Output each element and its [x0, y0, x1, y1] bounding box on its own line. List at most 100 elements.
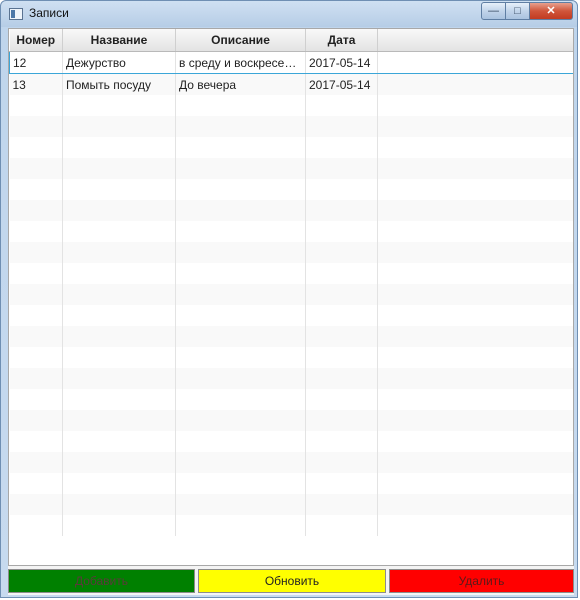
empty-table-row[interactable]: [9, 305, 573, 326]
add-button[interactable]: Добавить: [8, 569, 195, 593]
empty-table-row[interactable]: [9, 347, 573, 368]
empty-cell: [9, 179, 63, 200]
empty-cell: [9, 116, 63, 137]
empty-cell: [175, 158, 306, 179]
empty-table-row[interactable]: [9, 263, 573, 284]
empty-cell: [305, 284, 378, 305]
empty-cell: [175, 494, 306, 515]
empty-table-row[interactable]: [9, 410, 573, 431]
empty-cell: [305, 431, 378, 452]
empty-cell: [305, 137, 378, 158]
empty-cell: [175, 242, 306, 263]
empty-cell: [9, 158, 63, 179]
empty-cell: [377, 347, 573, 368]
empty-table-row[interactable]: [9, 452, 573, 473]
empty-cell: [62, 221, 176, 242]
cell-date: 2017-05-14: [305, 73, 378, 95]
empty-table-row[interactable]: [9, 95, 573, 116]
empty-cell: [9, 515, 63, 536]
empty-cell: [377, 389, 573, 410]
empty-cell: [9, 137, 63, 158]
app-window: Записи — □ ✕ Номер Название Описание Дат…: [0, 0, 578, 598]
empty-cell: [377, 200, 573, 221]
empty-cell: [62, 284, 176, 305]
empty-cell: [62, 389, 176, 410]
empty-cell: [62, 263, 176, 284]
empty-cell: [62, 158, 176, 179]
empty-cell: [175, 221, 306, 242]
empty-table-row[interactable]: [9, 473, 573, 494]
empty-cell: [175, 431, 306, 452]
empty-cell: [305, 116, 378, 137]
delete-button[interactable]: Удалить: [389, 569, 574, 593]
cell-name: Дежурство: [62, 51, 176, 74]
empty-cell: [175, 389, 306, 410]
empty-cell: [175, 305, 306, 326]
empty-cell: [9, 242, 63, 263]
empty-table-row[interactable]: [9, 116, 573, 137]
close-button[interactable]: ✕: [530, 2, 573, 20]
column-header-description[interactable]: Описание: [175, 29, 306, 52]
minimize-button[interactable]: —: [481, 2, 506, 20]
empty-table-row[interactable]: [9, 200, 573, 221]
refresh-button[interactable]: Обновить: [198, 569, 386, 593]
cell-number: 13: [9, 73, 63, 95]
empty-cell: [9, 200, 63, 221]
empty-cell: [62, 515, 176, 536]
empty-cell: [9, 368, 63, 389]
empty-cell: [9, 347, 63, 368]
column-header-number[interactable]: Номер: [9, 29, 63, 52]
empty-cell: [377, 305, 573, 326]
empty-cell: [377, 137, 573, 158]
empty-cell: [9, 221, 63, 242]
cell-filler: [377, 51, 573, 74]
empty-cell: [9, 305, 63, 326]
empty-cell: [9, 263, 63, 284]
records-table[interactable]: Номер Название Описание Дата 12 Дежурств…: [8, 28, 574, 566]
empty-cell: [305, 389, 378, 410]
column-header-name[interactable]: Название: [62, 29, 176, 52]
window-title: Записи: [29, 6, 69, 20]
minimize-icon: —: [488, 5, 499, 17]
maximize-button[interactable]: □: [506, 2, 530, 20]
empty-cell: [9, 95, 63, 116]
maximize-icon: □: [514, 5, 521, 17]
empty-cell: [9, 389, 63, 410]
empty-cell: [305, 200, 378, 221]
column-header-date[interactable]: Дата: [305, 29, 378, 52]
empty-table-row[interactable]: [9, 389, 573, 410]
empty-cell: [62, 347, 176, 368]
empty-table-row[interactable]: [9, 284, 573, 305]
empty-cell: [305, 263, 378, 284]
empty-table-row[interactable]: [9, 431, 573, 452]
empty-cell: [305, 305, 378, 326]
empty-cell: [377, 494, 573, 515]
empty-cell: [305, 452, 378, 473]
title-bar[interactable]: Записи — □ ✕: [1, 1, 577, 27]
empty-cell: [377, 116, 573, 137]
empty-table-row[interactable]: [9, 179, 573, 200]
table-row[interactable]: 13 Помыть посуду До вечера 2017-05-14: [9, 73, 573, 95]
empty-cell: [377, 263, 573, 284]
empty-cell: [9, 410, 63, 431]
empty-table-row[interactable]: [9, 221, 573, 242]
empty-table-row[interactable]: [9, 137, 573, 158]
empty-table-row[interactable]: [9, 326, 573, 347]
empty-cell: [175, 116, 306, 137]
empty-cell: [377, 242, 573, 263]
empty-cell: [175, 515, 306, 536]
empty-table-row[interactable]: [9, 494, 573, 515]
empty-table-row[interactable]: [9, 515, 573, 536]
empty-cell: [377, 95, 573, 116]
empty-cell: [62, 410, 176, 431]
empty-cell: [175, 284, 306, 305]
empty-cell: [305, 473, 378, 494]
empty-table-row[interactable]: [9, 158, 573, 179]
table-row[interactable]: 12 Дежурство в среду и воскресенье 2017-…: [9, 51, 573, 74]
empty-cell: [9, 494, 63, 515]
cell-description: в среду и воскресенье: [175, 51, 306, 74]
app-icon: [9, 8, 23, 20]
empty-table-row[interactable]: [9, 242, 573, 263]
empty-table-row[interactable]: [9, 368, 573, 389]
empty-cell: [377, 284, 573, 305]
